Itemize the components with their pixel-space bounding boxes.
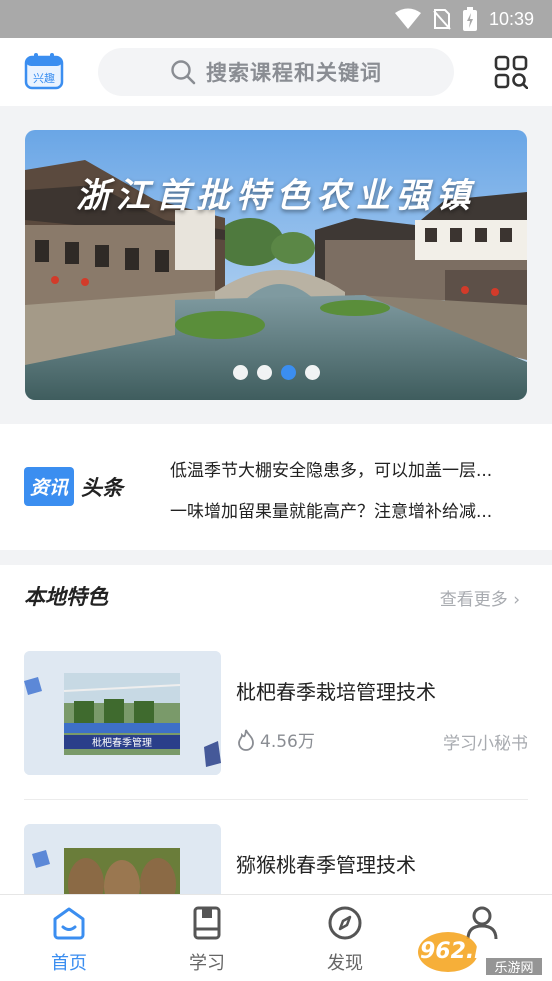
news-item[interactable]: 低温季节大棚安全隐患多，可以加盖一层... [170,456,520,481]
site-watermark-logo: 962.NET 乐游网 [418,932,542,976]
course-card[interactable]: 枇杷春季管理 枇杷春季栽培管理技术 4.56万 学习小秘书 [24,651,528,775]
tab-discover[interactable]: 发现 [295,905,395,975]
search-icon [171,60,196,85]
search-placeholder: 搜索课程和关键词 [206,61,382,85]
news-item[interactable]: 一味增加留果量就能高产？注意增补给减... [170,497,520,522]
course-title: 枇杷春季栽培管理技术 [236,680,436,704]
svg-text:枇杷春季管理: 枇杷春季管理 [92,736,152,749]
scan-grid-icon[interactable] [494,55,528,89]
banner-title: 浙江首批特色农业强镇 [76,176,476,216]
carousel-dot-4[interactable] [304,365,320,380]
svg-text:乐游网: 乐游网 [494,961,533,976]
carousel-indicator [25,365,527,380]
no-sim-icon [433,9,451,30]
banner-section: 浙江首批特色农业强镇 [0,106,552,424]
home-icon [53,907,85,940]
course-thumbnail: 枇杷春季管理 [24,651,221,775]
news-logo-box: 资讯 [24,467,75,506]
tab-home[interactable]: 首页 [19,905,119,975]
battery-icon [462,7,477,31]
see-more-link[interactable]: 查看更多 › [440,585,520,610]
view-count: 4.56万 [260,732,315,752]
flame-icon [238,728,254,751]
tab-label: 首页 [51,953,87,974]
tab-label: 学习 [189,953,225,974]
status-bar: 10:39 [0,0,552,38]
tab-label: 发现 [327,953,363,974]
carousel-dot-3[interactable] [280,365,296,380]
loquat-video-thumbnail: 枇杷春季管理 [24,651,221,775]
course-views: 4.56万 [236,727,315,752]
calendar-logo-icon[interactable]: 兴趣 [24,52,64,90]
banner-carousel[interactable]: 浙江首批特色农业强镇 [25,130,527,400]
tab-study[interactable]: 学习 [157,905,257,975]
search-input[interactable]: 搜索课程和关键词 [98,48,454,96]
compass-icon [328,906,362,940]
news-logo: 资讯 头条 [24,467,123,506]
local-features-section: 本地特色 查看更多 › 枇杷春季管理 枇杷春季栽培管理技术 4.56万 学习小秘… [0,565,552,948]
carousel-dot-2[interactable] [256,365,272,380]
course-author: 学习小秘书 [443,734,528,754]
clock: 10:39 [488,8,534,29]
wifi-icon [394,8,421,29]
news-logo-text: 头条 [81,475,124,500]
book-icon [193,906,221,940]
news-headlines: 资讯 头条 低温季节大棚安全隐患多，可以加盖一层... 一味增加留果量就能高产？… [0,424,552,550]
app-header: 兴趣 搜索课程和关键词 [0,38,552,106]
logo-text: 兴趣 [33,71,55,85]
section-title: 本地特色 [24,585,108,609]
course-title: 猕猴桃春季管理技术 [236,853,416,877]
carousel-dot-1[interactable] [232,365,248,380]
divider [24,799,528,800]
